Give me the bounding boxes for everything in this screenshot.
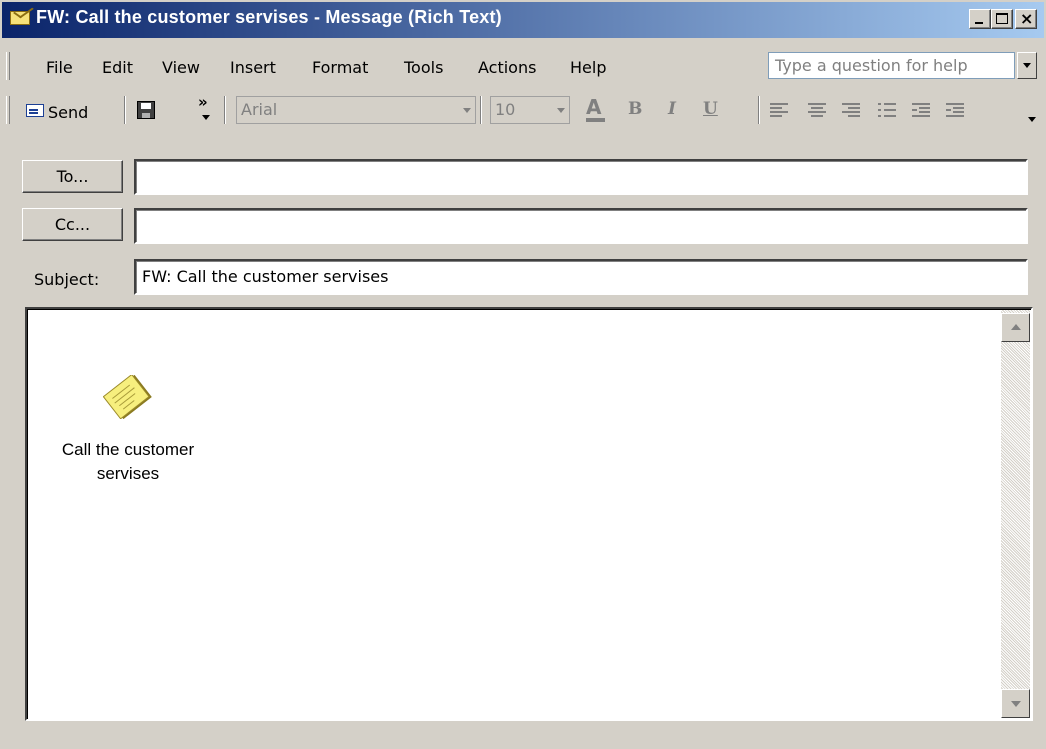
toolbar-options-arrow-icon[interactable] (202, 115, 210, 120)
envelope-icon (10, 11, 30, 25)
attachment-label-line1: Call the customer (61, 440, 195, 459)
subject-label: Subject: (34, 270, 100, 289)
cc-button[interactable]: Cc... (22, 208, 123, 241)
scroll-down-button[interactable] (1001, 689, 1030, 718)
arrow-down-icon (1011, 701, 1021, 707)
italic-icon[interactable]: I (668, 99, 676, 119)
send-icon (26, 104, 44, 117)
subject-field[interactable]: FW: Call the customer servises (134, 259, 1028, 295)
chevron-down-icon (557, 108, 565, 113)
align-right-icon[interactable] (842, 102, 860, 118)
menu-help[interactable]: Help (570, 58, 606, 77)
font-color-icon[interactable]: A (586, 96, 601, 118)
toolbar-separator (124, 96, 126, 124)
attachment-label[interactable]: Call the customer servises (40, 438, 216, 486)
align-center-icon[interactable] (808, 102, 826, 118)
to-button[interactable]: To... (22, 160, 123, 193)
toolbar-grip[interactable] (6, 96, 10, 124)
toolbar-separator (758, 96, 760, 124)
menu-view[interactable]: View (162, 58, 200, 77)
chevron-down-icon (1023, 63, 1031, 68)
menu-tools[interactable]: Tools (404, 58, 443, 77)
font-size-value: 10 (495, 100, 516, 119)
toolbar-overflow-icon[interactable] (1028, 117, 1036, 122)
menu-format[interactable]: Format (312, 58, 368, 77)
menubar-grip[interactable] (6, 52, 10, 80)
scroll-up-button[interactable] (1001, 313, 1030, 342)
arrow-up-icon (1011, 324, 1021, 330)
help-question-input[interactable]: Type a question for help (768, 52, 1015, 79)
menu-actions[interactable]: Actions (478, 58, 536, 77)
note-attachment-icon[interactable] (103, 375, 155, 419)
vertical-scrollbar[interactable] (1001, 310, 1030, 718)
toolbar-options-icon[interactable]: » (198, 95, 208, 110)
minimize-button[interactable] (969, 9, 991, 29)
attachment-label-line2: servises (96, 464, 160, 483)
send-label: Send (48, 103, 89, 122)
decrease-indent-icon[interactable] (912, 102, 930, 118)
toolbar-separator (224, 96, 226, 124)
window-title: FW: Call the customer servises - Message… (36, 7, 502, 27)
font-color-swatch (586, 118, 605, 122)
message-body[interactable] (25, 307, 1033, 721)
bold-icon[interactable]: B (628, 99, 642, 119)
close-icon: × (1020, 9, 1034, 28)
save-icon[interactable] (137, 101, 155, 119)
close-button[interactable]: × (1015, 9, 1037, 29)
maximize-button[interactable] (991, 9, 1013, 29)
menu-edit[interactable]: Edit (102, 58, 133, 77)
font-name-select[interactable]: Arial (236, 96, 476, 124)
minimize-icon (975, 22, 983, 24)
chevron-down-icon (463, 108, 471, 113)
maximize-icon (996, 13, 1008, 24)
menu-file[interactable]: File (46, 58, 73, 77)
font-name-value: Arial (241, 100, 278, 119)
to-field[interactable] (134, 159, 1028, 195)
increase-indent-icon[interactable] (946, 102, 964, 118)
underline-icon[interactable]: U (703, 99, 718, 119)
cc-field[interactable] (134, 208, 1028, 244)
align-left-icon[interactable] (770, 102, 788, 118)
menu-insert[interactable]: Insert (230, 58, 276, 77)
font-size-select[interactable]: 10 (490, 96, 570, 124)
help-dropdown-button[interactable] (1017, 52, 1037, 79)
toolbar-separator (480, 96, 482, 124)
bullets-icon[interactable] (878, 102, 896, 118)
